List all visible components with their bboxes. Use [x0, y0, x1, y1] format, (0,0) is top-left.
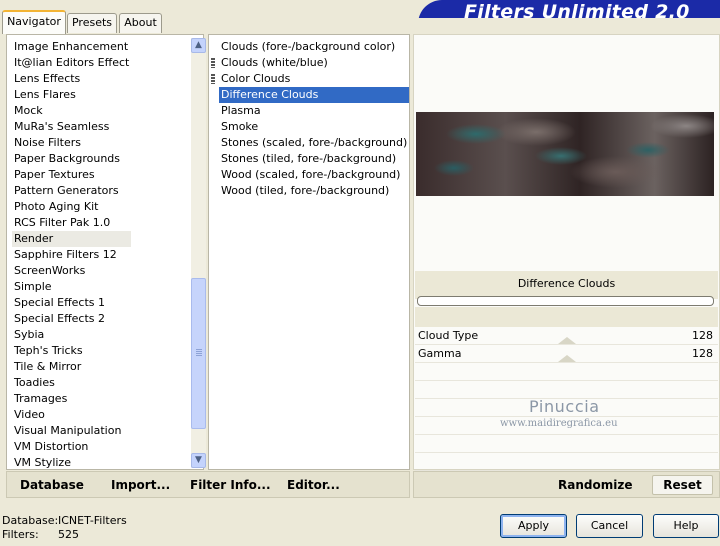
category-item[interactable]: Simple [12, 279, 131, 295]
param-cloud-type[interactable]: Cloud Type 128 [415, 327, 718, 345]
filter-info-button[interactable]: Filter Info... [190, 478, 271, 492]
param-value: 128 [692, 329, 713, 342]
preview-image [416, 112, 714, 196]
filter-item-label: Smoke [221, 120, 259, 133]
filter-item[interactable]: Smoke [219, 119, 409, 135]
filter-item[interactable]: Stones (scaled, fore-/background) [219, 135, 409, 151]
category-item[interactable]: Visual Manipulation [12, 423, 131, 439]
database-value: ICNET-Filters [58, 514, 127, 527]
category-item[interactable]: Teph's Tricks [12, 343, 131, 359]
param-empty-row [415, 435, 718, 453]
filter-name-bar: Difference Clouds [415, 271, 718, 299]
category-scrollbar[interactable]: ▲ ▼ [191, 38, 206, 468]
filter-item[interactable]: Difference Clouds [219, 87, 410, 103]
database-label: Database: [2, 514, 59, 527]
category-item[interactable]: VM Stylize [12, 455, 131, 471]
watermark-site: www.maidiregrafica.eu [500, 418, 618, 429]
tab-navigator[interactable]: Navigator [2, 10, 66, 34]
param-label: Gamma [418, 347, 462, 360]
filter-item-label: Difference Clouds [221, 88, 319, 101]
database-button[interactable]: Database [20, 478, 84, 492]
filter-item-label: Color Clouds [221, 72, 291, 85]
favorite-marker-icon [211, 58, 215, 68]
randomize-button[interactable]: Randomize [558, 478, 632, 492]
category-item[interactable]: Video [12, 407, 131, 423]
category-item[interactable]: Paper Textures [12, 167, 131, 183]
category-item[interactable]: Special Effects 2 [12, 311, 131, 327]
brand-banner: Filters Unlimited 2.0 [414, 0, 720, 26]
filter-list-panel: Clouds (fore-/background color) Clouds (w… [208, 34, 410, 470]
import-button[interactable]: Import... [111, 478, 170, 492]
filter-item-label: Stones (tiled, fore-/background) [221, 152, 397, 165]
filter-item[interactable]: Stones (tiled, fore-/background) [219, 151, 409, 167]
scroll-thumb[interactable] [191, 278, 206, 429]
category-item[interactable]: Noise Filters [12, 135, 131, 151]
param-empty-row [415, 453, 718, 471]
help-button[interactable]: Help [653, 514, 719, 538]
category-item[interactable]: Mock [12, 103, 131, 119]
param-gamma[interactable]: Gamma 128 [415, 345, 718, 363]
filter-item[interactable]: Wood (tiled, fore-/background) [219, 183, 409, 199]
category-item[interactable]: Lens Effects [12, 71, 131, 87]
param-header-band [415, 307, 718, 327]
category-list: Image Enhancement It@lian Editors Effect L… [12, 39, 132, 471]
category-item[interactable]: Image Enhancement [12, 39, 131, 55]
filter-item[interactable]: Color Clouds [211, 71, 409, 87]
scroll-up-button[interactable]: ▲ [191, 38, 206, 53]
preview-pane: Difference Clouds Cloud Type 128 Gamma 1… [413, 34, 720, 471]
category-list-panel: Image Enhancement It@lian Editors Effect L… [6, 34, 206, 471]
right-toolbar: Randomize Reset [413, 471, 720, 498]
filter-list: Clouds (fore-/background color) Clouds (w… [211, 39, 410, 199]
editor-button[interactable]: Editor... [287, 478, 340, 492]
filter-item-label: Wood (scaled, fore-/background) [221, 168, 401, 181]
category-item[interactable]: Toadies [12, 375, 131, 391]
cancel-button[interactable]: Cancel [576, 514, 643, 538]
slider-marker-icon[interactable] [558, 355, 576, 362]
tab-bar: Navigator Presets About Filters Unlimite… [0, 0, 720, 34]
slider-marker-icon[interactable] [558, 337, 576, 344]
param-value: 128 [692, 347, 713, 360]
filter-name: Difference Clouds [517, 277, 616, 290]
category-item[interactable]: It@lian Editors Effect [12, 55, 131, 71]
reset-button[interactable]: Reset [652, 475, 713, 495]
filter-item-label: Wood (tiled, fore-/background) [221, 184, 390, 197]
filter-item-label: Stones (scaled, fore-/background) [221, 136, 408, 149]
category-item[interactable]: Paper Backgrounds [12, 151, 131, 167]
category-item[interactable]: ScreenWorks [12, 263, 131, 279]
tab-about[interactable]: About [119, 13, 162, 33]
brand-title: Filters Unlimited 2.0 [464, 1, 690, 23]
category-item[interactable]: Tramages [12, 391, 131, 407]
category-item[interactable]: VM Distortion [12, 439, 131, 455]
favorite-marker-icon [211, 74, 215, 84]
scroll-down-button[interactable]: ▼ [191, 453, 206, 468]
category-item[interactable]: Sybia [12, 327, 131, 343]
param-label: Cloud Type [418, 329, 479, 342]
filter-item[interactable]: Clouds (fore-/background color) [219, 39, 409, 55]
left-toolbar: Database Import... Filter Info... Editor… [6, 471, 410, 498]
category-item[interactable]: Pattern Generators [12, 183, 131, 199]
grip-icon [196, 349, 202, 356]
category-item[interactable]: Photo Aging Kit [12, 199, 131, 215]
filters-count: 525 [58, 528, 79, 541]
filter-item[interactable]: Clouds (white/blue) [211, 55, 409, 71]
category-item[interactable]: RCS Filter Pak 1.0 [12, 215, 131, 231]
category-item[interactable]: MuRa's Seamless [12, 119, 131, 135]
category-item[interactable]: Render [12, 231, 132, 247]
category-item[interactable]: Sapphire Filters 12 [12, 247, 131, 263]
filter-item-label: Plasma [221, 104, 261, 117]
progress-bar [417, 296, 714, 306]
watermark-name: Pinuccia [529, 397, 600, 416]
apply-button[interactable]: Apply [500, 514, 567, 538]
filters-label: Filters: [2, 528, 39, 541]
category-item[interactable]: Special Effects 1 [12, 295, 131, 311]
filter-item[interactable]: Plasma [219, 103, 409, 119]
category-item[interactable]: Tile & Mirror [12, 359, 131, 375]
filter-item[interactable]: Wood (scaled, fore-/background) [219, 167, 409, 183]
tab-presets[interactable]: Presets [67, 13, 117, 33]
param-empty-row [415, 363, 718, 381]
filter-item-label: Clouds (fore-/background color) [221, 40, 396, 53]
filter-item-label: Clouds (white/blue) [221, 56, 328, 69]
category-item[interactable]: Lens Flares [12, 87, 131, 103]
